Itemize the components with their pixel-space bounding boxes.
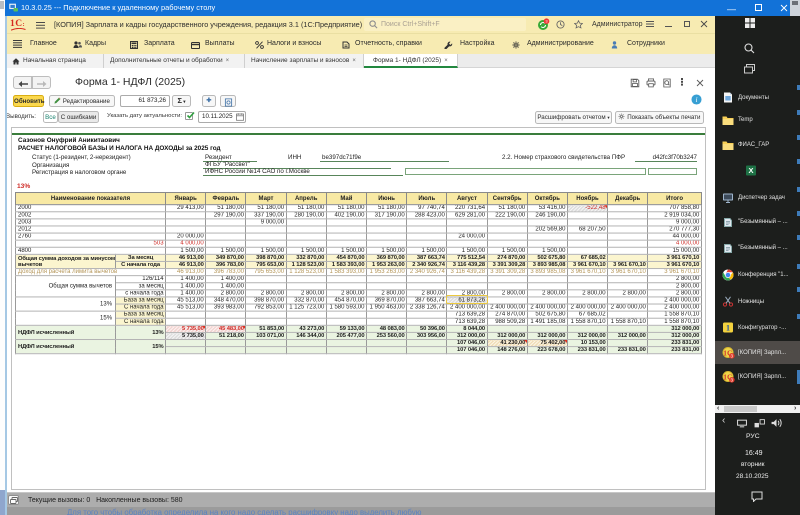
svg-text:X: X	[748, 166, 753, 175]
svg-text:i: i	[695, 95, 697, 104]
svg-text:1: 1	[726, 324, 730, 333]
